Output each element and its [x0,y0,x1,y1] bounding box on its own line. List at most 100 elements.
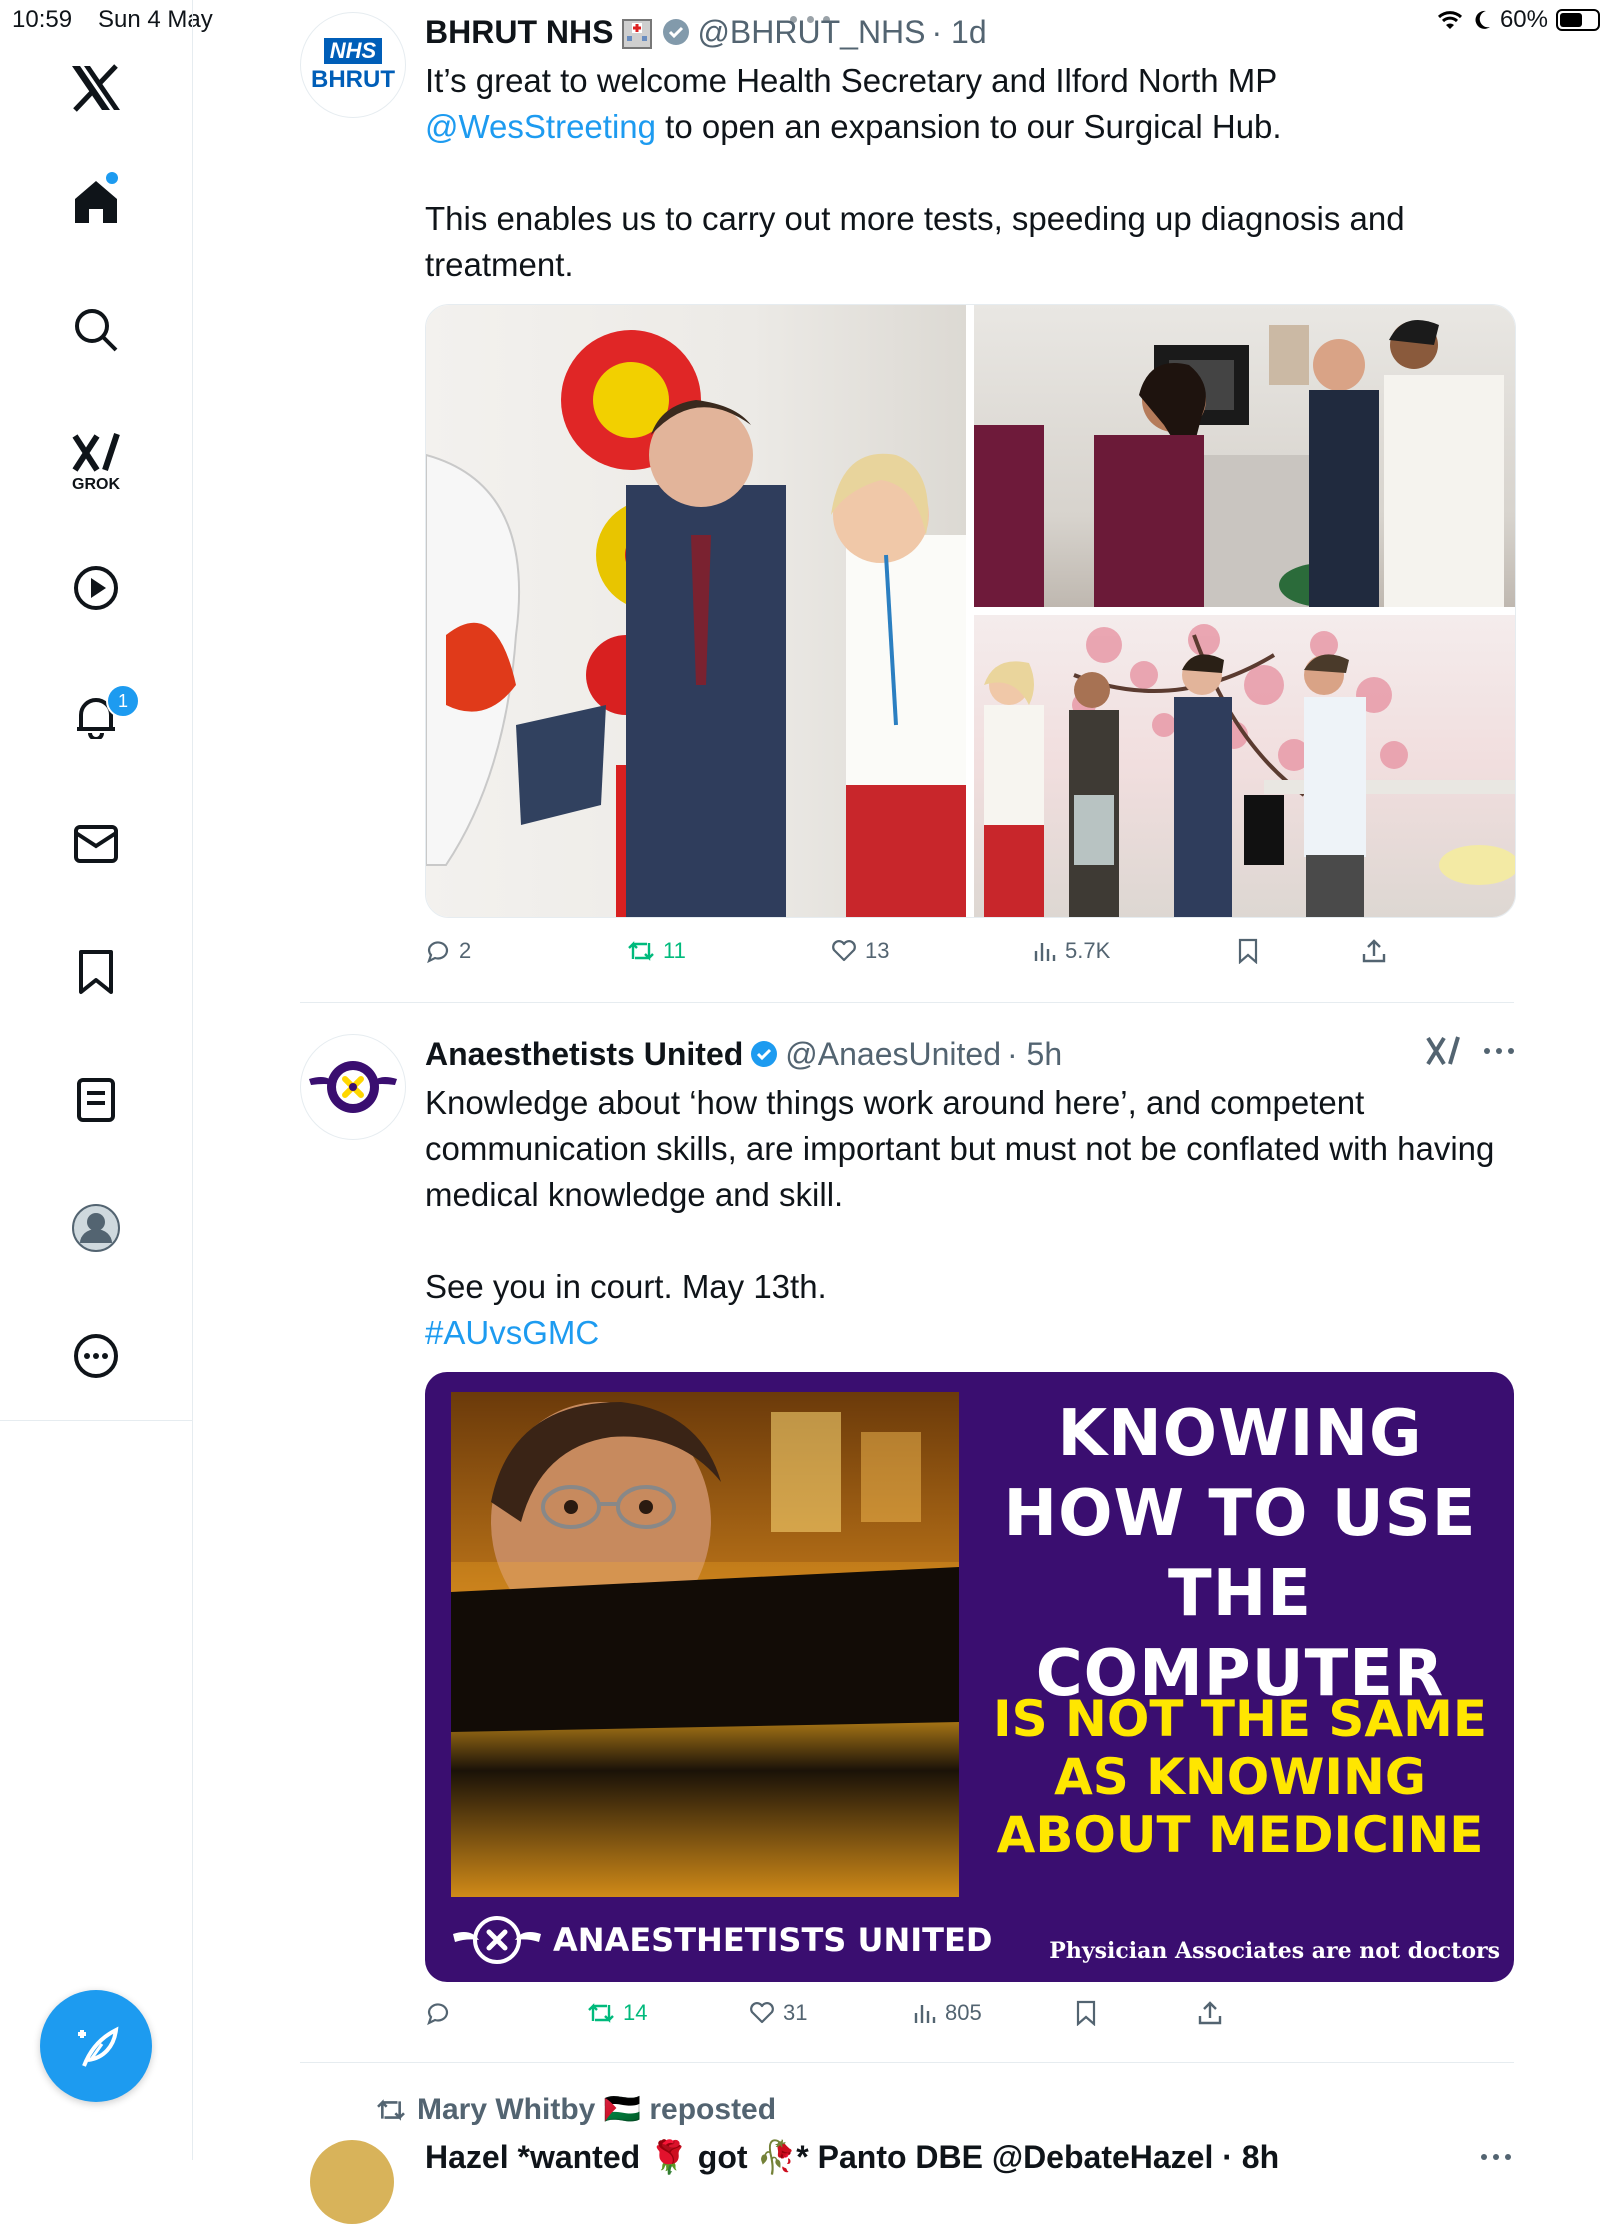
heart-icon [832,940,856,962]
profile-avatar-icon[interactable] [66,1198,126,1258]
repost-button[interactable]: 14 [587,2000,647,2026]
reply-icon [427,2003,449,2026]
views-count: 805 [945,2000,982,2025]
author-name[interactable]: BHRUT NHS [425,14,613,51]
reposted-by-text: Mary Whitby 🇵🇸 reposted [417,2093,777,2126]
repost-icon [628,941,654,961]
notifications-badge: 1 [106,684,140,718]
tweet-text-line-2: to open an expansion to our Surgical Hub… [655,108,1282,145]
messages-icon[interactable] [66,814,126,874]
promo-headline: KNOWING HOW TO USE THE COMPUTER [1003,1397,1477,1711]
views-count: 5.7K [1065,938,1111,963]
anaesthetists-wings-logo-icon [453,1916,541,1964]
tweet-header-actions [1425,1034,1515,1068]
tweet-actions: 2 11 13 5.7K [425,938,1514,978]
author-handle[interactable]: @BHRUT_NHS [697,14,925,51]
hashtag-link[interactable]: #AUvsGMC [425,1310,1514,1356]
search-icon[interactable] [66,300,126,360]
more-options-icon[interactable] [1480,2152,1512,2162]
grok-icon[interactable]: GROK [66,422,126,502]
tweet-text-paragraph-1: Knowledge about ‘how things work around … [425,1084,1504,1213]
repost-button[interactable]: 11 [627,938,686,964]
anaesthetists-avatar[interactable] [300,1034,406,1140]
compose-feather-icon [78,2026,119,2067]
bookmark-button[interactable] [1237,938,1259,964]
man-at-computer-illustration [451,1402,959,1732]
reply-button[interactable]: 2 [425,938,471,964]
reply-count: 2 [459,938,472,963]
video-icon[interactable] [66,558,126,618]
hospital-emoji-icon [622,19,653,49]
repost-count: 11 [663,938,686,963]
tweet-photo-grid[interactable] [425,304,1516,918]
verified-badge-icon [663,19,690,45]
tweet-time[interactable]: · 5h [1007,1036,1062,1073]
anaesthetists-logo-icon [309,1061,397,1113]
nhs-logo: NHS [323,38,383,64]
grok-icon[interactable] [1425,1034,1461,1068]
bookmark-button[interactable] [1075,2000,1097,2026]
promo-brand: ANAESTHETISTS UNITED [451,1912,992,1968]
views-icon [914,2005,936,2023]
tweet-header: Anaesthetists United @AnaesUnited · 5h [425,1034,1514,1074]
tweet-anaesthetists[interactable]: Anaesthetists United @AnaesUnited · 5h K… [300,1034,1514,2034]
photo-ultrasound-demo[interactable] [974,305,1515,607]
tweet-bhrut[interactable]: NHS BHRUT BHRUT NHS @BHRUT_NHS · 1d It’s… [300,12,1516,972]
heart-icon [750,2002,774,2024]
photo-ribbon-cutting[interactable] [426,305,966,917]
promo-subheadline: IS NOT THE SAME AS KNOWING ABOUT MEDICIN… [992,1690,1488,1864]
tweet-time[interactable]: · 1d [932,14,987,51]
share-button[interactable] [1361,938,1387,964]
verified-badge-icon [751,1041,778,1067]
clinic-visit-illustration [984,624,1515,917]
tweet-header: BHRUT NHS @BHRUT_NHS · 1d [425,12,1514,52]
next-tweet-avatar[interactable] [310,2140,394,2224]
share-button[interactable] [1197,2000,1223,2026]
mention-link[interactable]: @WesStreeting [425,108,656,145]
tweet-separator [300,1002,1514,1003]
x-logo-icon[interactable] [66,58,126,118]
like-button[interactable]: 13 [831,938,889,964]
share-icon [1198,2001,1222,2025]
like-button[interactable]: 31 [749,2000,807,2026]
grok-label: GROK [72,476,120,493]
promo-brand-name: ANAESTHETISTS UNITED [553,1921,993,1959]
tweet-body: BHRUT NHS @BHRUT_NHS · 1d It’s great to … [425,12,1514,288]
share-icon [1362,939,1386,963]
like-count: 13 [865,938,890,963]
tweet-promo-image[interactable]: KNOWING HOW TO USE THE COMPUTER IS NOT T… [425,1372,1514,1982]
tweet-actions: 14 31 805 [425,2000,1514,2040]
promo-tagline: Physician Associates are not doctors [1049,1938,1500,1964]
views-button[interactable]: 805 [913,2000,982,2026]
author-handle[interactable]: @AnaesUnited [785,1036,1001,1073]
tweet-body: Anaesthetists United @AnaesUnited · 5h K… [425,1034,1514,1356]
more-options-icon[interactable] [1483,1046,1515,1056]
views-button[interactable]: 5.7K [1033,938,1110,964]
bhrut-avatar[interactable]: NHS BHRUT [300,12,406,118]
bookmark-outline-icon [1238,938,1258,964]
ribbon-cutting-illustration [426,330,966,917]
sidebar: GROK 1 [0,0,193,2160]
more-icon[interactable] [66,1326,126,1386]
reply-button[interactable] [425,2000,459,2026]
bhrut-avatar-label: BHRUT [311,66,395,93]
author-name[interactable]: Anaesthetists United [425,1036,743,1073]
tweet-separator [300,2062,1514,2063]
sidebar-divider [0,1420,192,1421]
repost-icon [588,2003,614,2023]
promo-photo [451,1392,959,1897]
repost-indicator[interactable]: Mary Whitby 🇵🇸 reposted [375,2092,776,2127]
repost-count: 14 [623,2000,648,2025]
next-tweet-header: Hazel *wanted 🌹 got 🥀* Panto DBE @Debate… [425,2138,1279,2176]
bookmark-icon[interactable] [66,942,126,1002]
lists-icon[interactable] [66,1070,126,1130]
like-count: 31 [783,2000,808,2025]
repost-icon [377,2098,405,2121]
battery-icon [1556,9,1600,31]
tweet-text-line-1: It’s great to welcome Health Secretary a… [425,62,1278,99]
compose-post-button[interactable] [40,1990,152,2102]
next-tweet-author[interactable]: Hazel *wanted 🌹 got 🥀* Panto DBE @Debate… [425,2139,1279,2175]
tweet-text-paragraph-2: See you in court. May 13th. [425,1268,827,1305]
tweet-text-paragraph-2: This enables us to carry out more tests,… [425,200,1414,283]
photo-clinic-visit[interactable] [974,615,1515,917]
